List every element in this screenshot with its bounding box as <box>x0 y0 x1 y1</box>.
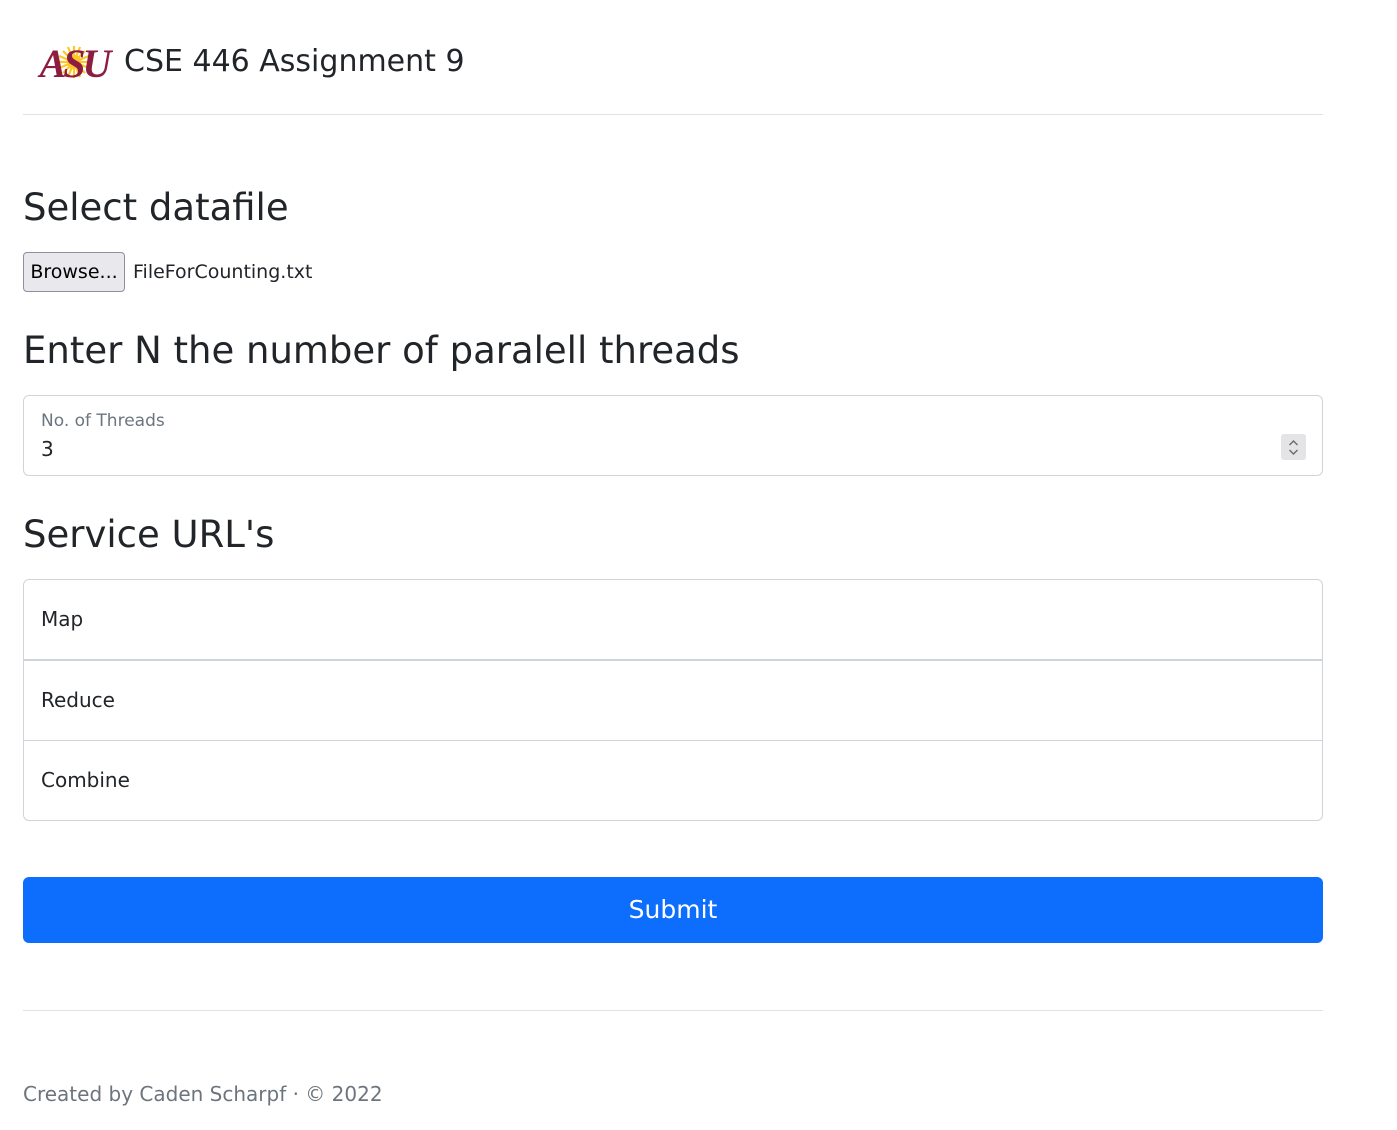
combine-url-placeholder: Combine <box>41 768 130 792</box>
chevron-down-icon[interactable] <box>1288 449 1299 456</box>
submit-button[interactable]: Submit <box>23 877 1323 943</box>
file-input[interactable]: Browse... FileForCounting.txt <box>23 252 312 292</box>
chevron-up-icon[interactable] <box>1288 439 1299 446</box>
threads-heading: Enter N the number of paralell threads <box>23 329 740 372</box>
footer-divider <box>23 1010 1323 1011</box>
footer-credit: Created by Caden Scharpf · © 2022 <box>23 1082 383 1106</box>
brand[interactable]: ASU CSE 446 Assignment 9 <box>33 42 465 82</box>
service-urls-heading: Service URL's <box>23 513 275 556</box>
browse-button[interactable]: Browse... <box>23 252 125 292</box>
datafile-heading: Select datafile <box>23 186 289 229</box>
threads-value[interactable]: 3 <box>41 437 54 461</box>
map-url-placeholder: Map <box>41 607 84 631</box>
page: ASU CSE 446 Assignment 9 Select datafile… <box>0 0 1397 1130</box>
threads-number-input[interactable]: No. of Threads 3 <box>23 395 1323 476</box>
app-title[interactable]: CSE 446 Assignment 9 <box>124 42 465 82</box>
header: ASU CSE 446 Assignment 9 <box>23 0 1323 115</box>
asu-logo: ASU <box>37 42 115 82</box>
reduce-url-placeholder: Reduce <box>41 688 115 712</box>
threads-label: No. of Threads <box>41 411 165 431</box>
reduce-url-input[interactable]: Reduce <box>23 660 1323 741</box>
selected-file-name: FileForCounting.txt <box>133 261 313 283</box>
combine-url-input[interactable]: Combine <box>23 740 1323 821</box>
map-url-input[interactable]: Map <box>23 579 1323 660</box>
svg-text:ASU: ASU <box>37 42 114 82</box>
number-spinner[interactable] <box>1281 434 1306 460</box>
